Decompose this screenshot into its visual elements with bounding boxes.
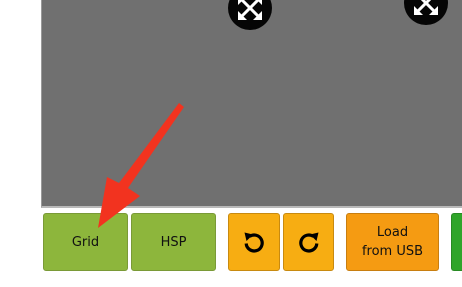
rotate-right-button[interactable]: [283, 213, 334, 271]
hsp-button-label: HSP: [160, 234, 187, 250]
load-button-label-line2: from USB: [361, 244, 424, 259]
hsp-button[interactable]: HSP: [131, 213, 216, 271]
grid-button[interactable]: Grid: [43, 213, 128, 271]
resize-handle-left[interactable]: [228, 0, 272, 30]
resize-handle-right[interactable]: [404, 0, 448, 25]
load-button-label-line1: Load: [376, 225, 409, 240]
rotate-left-icon: [244, 232, 264, 253]
load-from-usb-button[interactable]: Load from USB: [346, 213, 439, 271]
grid-button-label: Grid: [71, 234, 100, 250]
rotate-left-button[interactable]: [228, 213, 280, 271]
image-preview-area[interactable]: [41, 0, 462, 208]
rotate-right-icon: [298, 232, 318, 253]
partial-green-button[interactable]: [451, 213, 462, 271]
expand-arrows-icon: [414, 0, 438, 15]
expand-arrows-icon: [238, 0, 262, 20]
